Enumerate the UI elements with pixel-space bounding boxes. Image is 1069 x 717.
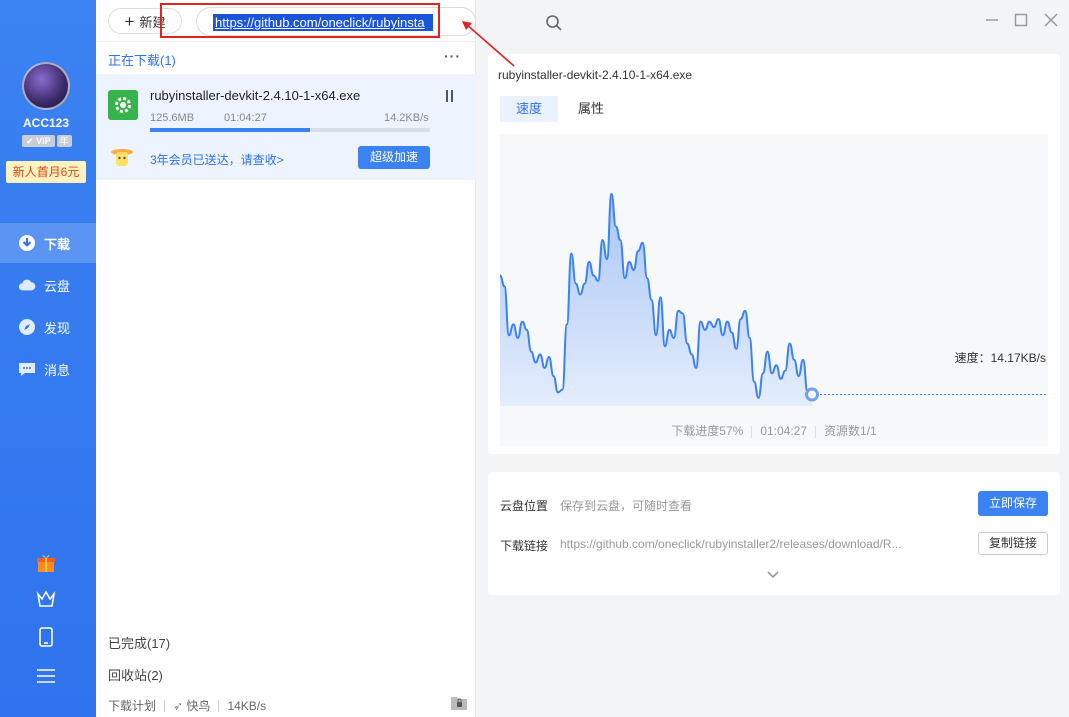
download-plan-link[interactable]: 下载计划: [108, 697, 156, 714]
detail-file-title: rubyinstaller-devkit-2.4.10-1-x64.exe: [498, 68, 693, 82]
sources-stat: 资源数1/1: [824, 424, 877, 438]
turbo-mode-toggle[interactable]: ➶ 快鸟: [173, 697, 210, 714]
compass-icon: [18, 318, 36, 336]
phone-icon[interactable]: [36, 627, 56, 647]
info-card: 云盘位置 保存到云盘，可随时查看 立即保存 下载链接 https://githu…: [488, 472, 1060, 595]
speed-area: [500, 193, 812, 406]
task-time-left: 01:04:27: [224, 112, 267, 124]
lock-folder-icon[interactable]: [450, 693, 468, 711]
download-icon: [18, 234, 36, 252]
chevron-down-icon[interactable]: [766, 568, 780, 579]
bird-icon: ➶: [173, 699, 184, 713]
speed-card: rubyinstaller-devkit-2.4.10-1-x64.exe 速度…: [488, 54, 1060, 454]
check-icon: ✔: [26, 136, 34, 146]
downloading-section-title[interactable]: 正在下载(1): [108, 50, 176, 69]
time-left-stat: 01:04:27: [760, 424, 808, 438]
minimize-icon[interactable]: [984, 12, 1000, 28]
pause-icon[interactable]: [446, 90, 458, 102]
download-link-label: 下载链接: [500, 539, 549, 553]
annotation-arrow: [462, 21, 515, 67]
download-task[interactable]: rubyinstaller-devkit-2.4.10-1-x64.exe 12…: [96, 74, 476, 180]
highlight-frame: [160, 3, 440, 38]
menu-icon[interactable]: [36, 666, 56, 686]
avatar[interactable]: [22, 62, 70, 110]
recycle-bin-link[interactable]: 回收站(2): [108, 665, 163, 684]
vip-badge: ✔ VIP: [22, 135, 55, 147]
current-speed-point: [805, 387, 819, 402]
message-icon: [18, 360, 36, 378]
gift-icon[interactable]: [36, 553, 56, 573]
download-list-panel: + 新建 https://github.com/oneclick/rubyins…: [96, 0, 562, 717]
promo-button[interactable]: 新人首月6元: [6, 161, 86, 183]
current-speed-label: 速度：14.17KB/s: [954, 351, 1046, 365]
nav-item-cloud[interactable]: 云盘: [0, 265, 96, 305]
vip-badges: ✔ VIP 年: [22, 135, 72, 147]
turbo-mode-label: 快鸟: [186, 699, 211, 713]
global-speed: 14KB/s: [227, 698, 267, 713]
task-progress-bar: [150, 128, 430, 132]
task-filename: rubyinstaller-devkit-2.4.10-1-x64.exe: [150, 88, 361, 103]
close-icon[interactable]: [1043, 12, 1059, 28]
nav-label: 云盘: [44, 278, 71, 294]
cloud-location-value: 保存到云盘，可随时查看: [560, 499, 693, 513]
download-link-value[interactable]: https://github.com/oneclick/rubyinstalle…: [560, 537, 902, 551]
download-progress-stat: 下载进度57%: [671, 424, 744, 438]
username[interactable]: ACC123: [0, 116, 92, 130]
task-speed: 14.2KB/s: [384, 112, 429, 124]
completed-link[interactable]: 已完成(17): [108, 633, 170, 652]
maximize-icon[interactable]: [1013, 12, 1029, 28]
vip-gift-message[interactable]: 3年会员已送达，请查收>: [150, 151, 284, 168]
nav-item-messages[interactable]: 消息: [0, 349, 96, 389]
nav-item-discover[interactable]: 发现: [0, 307, 96, 347]
nav-label: 发现: [44, 320, 71, 336]
nav-label: 消息: [44, 362, 71, 378]
status-bar: 下载计划 ➶ 快鸟 14KB/s: [108, 697, 266, 714]
save-now-button[interactable]: 立即保存: [978, 491, 1048, 516]
nav-label: 下载: [44, 236, 71, 252]
sidebar: ACC123 ✔ VIP 年 新人首月6元 下载 云盘 发现 消息: [0, 0, 96, 717]
super-boost-button[interactable]: 超级加速: [358, 146, 430, 169]
cloud-location-label: 云盘位置: [500, 499, 549, 513]
crown-icon[interactable]: [36, 589, 56, 609]
vip-year-badge: 年: [56, 135, 72, 147]
task-size: 125.6MB: [150, 112, 195, 124]
chart-stats: 下载进度57% 01:04:27 资源数1/1: [500, 422, 1048, 439]
plus-icon: +: [124, 11, 135, 31]
tab-properties[interactable]: 属性: [562, 96, 620, 122]
tab-speed[interactable]: 速度: [500, 96, 559, 122]
nav-item-download[interactable]: 下载: [0, 223, 96, 263]
copy-link-button[interactable]: 复制链接: [978, 532, 1048, 555]
cloud-icon: [18, 276, 36, 294]
task-progress-fill: [150, 128, 310, 132]
speed-chart: 速度：14.17KB/s 下载进度57% 01:04:27 资源数1/1: [500, 134, 1048, 446]
vip-mascot-icon: [110, 146, 134, 168]
file-type-icon: [108, 90, 138, 120]
search-icon[interactable]: [545, 14, 563, 32]
vip-badge-label: VIP: [36, 136, 51, 146]
speed-chart-svg: [500, 192, 1048, 406]
